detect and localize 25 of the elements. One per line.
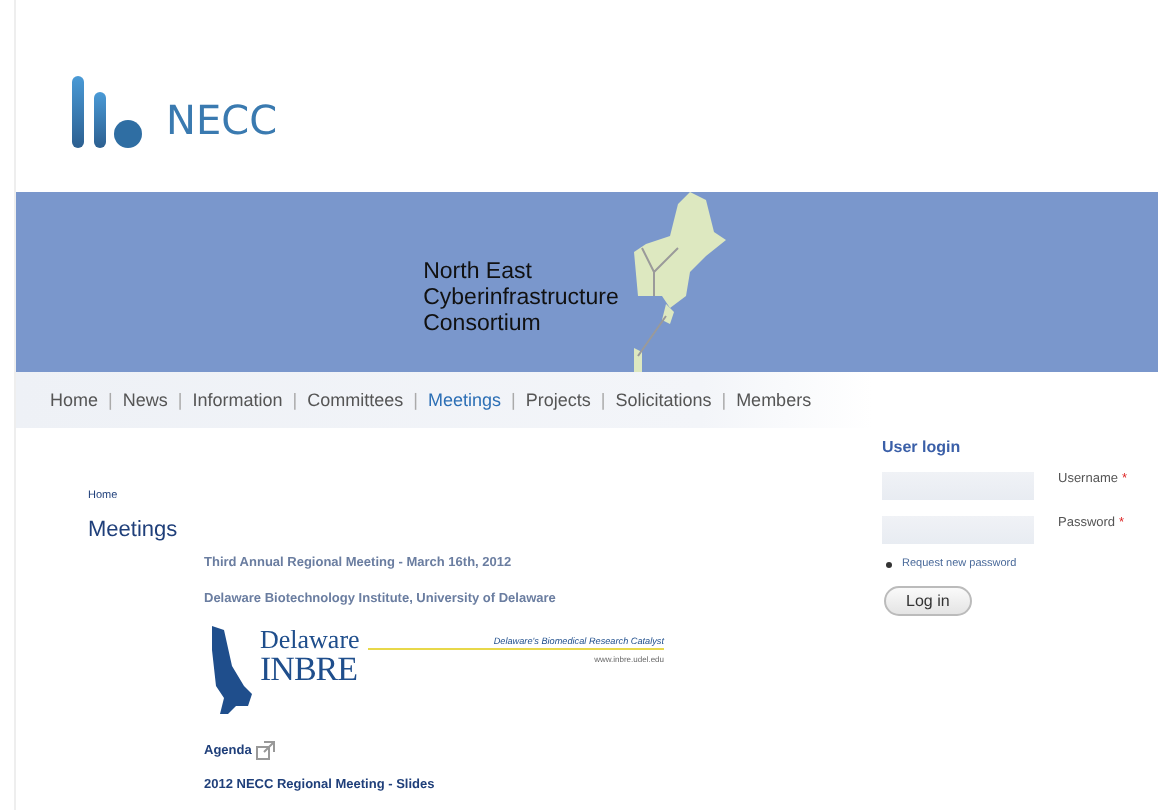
- banner-title: North East Cyberinfrastructure Consortium: [423, 260, 619, 338]
- nav-link[interactable]: Committees: [307, 390, 404, 410]
- sidebar-title: User login: [882, 438, 963, 456]
- login-button[interactable]: Log in: [884, 586, 972, 616]
- site-name[interactable]: NECC: [166, 96, 278, 144]
- logo-text: INBRE: [260, 652, 359, 686]
- nav-link[interactable]: Home: [50, 390, 99, 410]
- logo-text: Delaware: [260, 626, 360, 652]
- separator: |: [600, 390, 606, 410]
- separator: |: [413, 390, 418, 410]
- separator: |: [721, 390, 727, 410]
- page-title: Meetings: [88, 518, 180, 542]
- separator: |: [177, 390, 183, 410]
- nav-link[interactable]: Projects: [525, 390, 591, 410]
- external-link-icon: [255, 740, 276, 760]
- separator: |: [108, 390, 113, 410]
- nav-link[interactable]: News: [122, 390, 168, 410]
- separator: |: [510, 390, 516, 410]
- nav-link[interactable]: Information: [192, 390, 283, 410]
- logo-icon: [72, 76, 144, 148]
- nav-link[interactable]: Meetings: [427, 390, 501, 410]
- nav-link[interactable]: Members: [736, 390, 812, 410]
- bullet-icon: [886, 561, 892, 567]
- nav-link[interactable]: Solicitations: [615, 390, 712, 410]
- separator: |: [292, 390, 298, 410]
